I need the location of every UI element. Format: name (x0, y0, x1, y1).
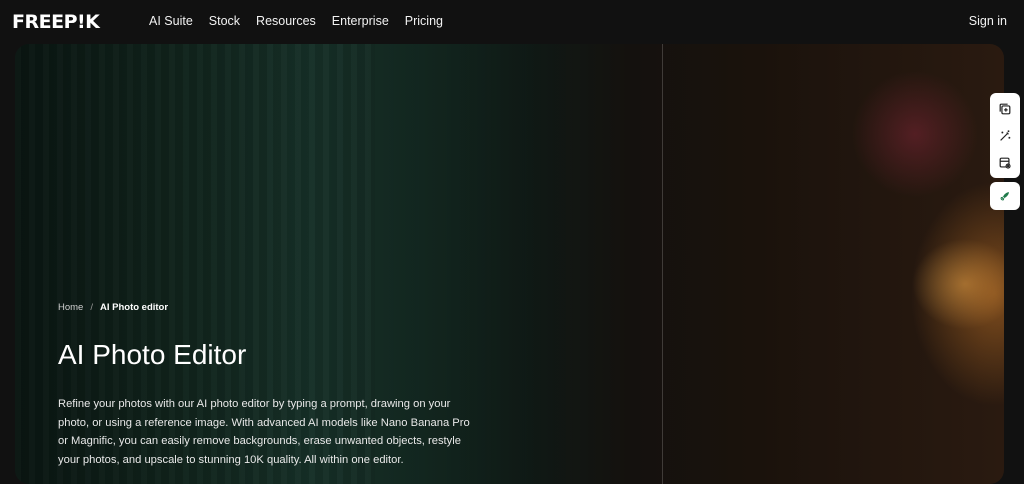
nav-item-pricing[interactable]: Pricing (405, 14, 443, 28)
breadcrumb-home-link[interactable]: Home (58, 302, 83, 313)
breadcrumb-current: AI Photo editor (99, 302, 169, 313)
nav-item-stock[interactable]: Stock (209, 14, 240, 28)
breadcrumb-separator: / (90, 302, 93, 313)
rocket-icon (1000, 192, 1009, 201)
hero-banner: Home / AI Photo editor AI Photo Editor R… (15, 44, 1004, 484)
top-navigation-bar: FREEP!K AI Suite Stock Resources Enterpr… (0, 0, 1024, 44)
side-toolbar (990, 93, 1020, 210)
copy-plus-icon (999, 103, 1011, 114)
image-settings-icon (999, 157, 1011, 169)
magic-wand-icon (1000, 129, 1011, 141)
sign-in-link[interactable]: Sign in (969, 14, 1007, 28)
side-tool-group (990, 93, 1020, 178)
launch-button[interactable] (990, 182, 1020, 210)
copy-plus-button[interactable] (990, 95, 1020, 122)
breadcrumb: Home / AI Photo editor (58, 302, 168, 313)
hero-description: Refine your photos with our AI photo edi… (58, 398, 470, 466)
page-title: AI Photo Editor (58, 339, 247, 370)
magic-edit-button[interactable] (990, 122, 1020, 149)
nav-item-resources[interactable]: Resources (256, 14, 316, 28)
image-settings-button[interactable] (990, 149, 1020, 176)
main-nav: AI Suite Stock Resources Enterprise Pric… (149, 14, 459, 28)
nav-item-enterprise[interactable]: Enterprise (332, 14, 389, 28)
freepik-logo[interactable]: FREEP!K (12, 11, 100, 33)
before-after-divider[interactable] (662, 44, 663, 484)
nav-item-ai-suite[interactable]: AI Suite (149, 14, 193, 28)
